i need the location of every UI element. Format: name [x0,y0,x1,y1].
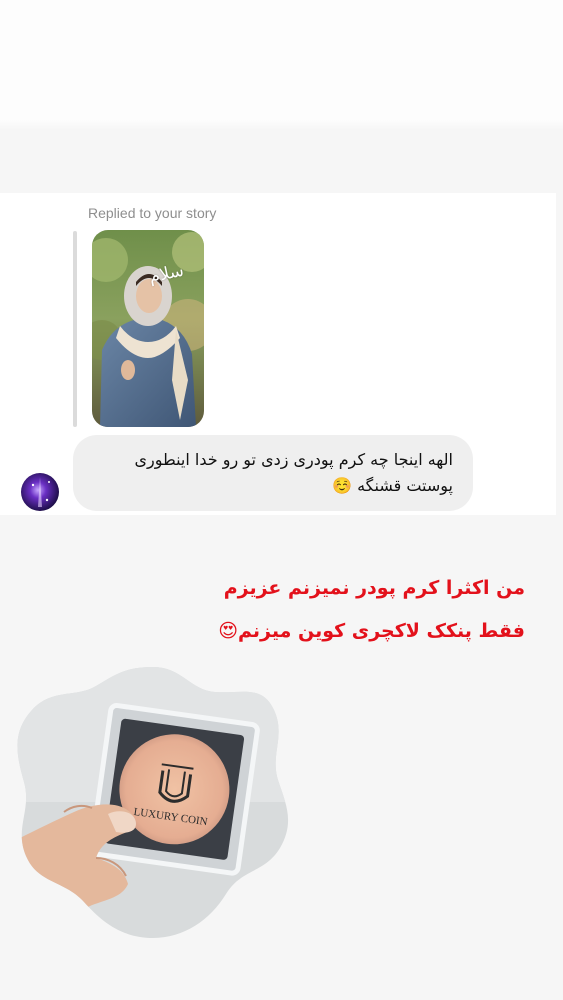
avatar-image [21,473,59,511]
caption-line-1: من اکثرا کرم پودر نمیزنم عزیزم [223,577,525,599]
message-bubble[interactable]: الهه اینجا چه کرم پودری زدی تو رو خدا ای… [73,435,473,511]
story-photo [92,230,204,427]
story-thumbnail[interactable]: سلام [92,230,204,427]
reply-quote-bar [73,231,77,427]
story-screen: Replied to your story سلام الهه اینجا چه… [0,0,563,1000]
avatar[interactable] [21,473,59,511]
replied-to-story-label: Replied to your story [88,205,217,221]
caption-line-2: فقط پنکک لاکچری کوین میزنم😍 [218,620,525,642]
product-photo: LUXURY COIN [12,662,295,942]
product-photo-image: LUXURY COIN [17,667,289,938]
dm-screenshot: Replied to your story سلام الهه اینجا چه… [0,193,556,515]
